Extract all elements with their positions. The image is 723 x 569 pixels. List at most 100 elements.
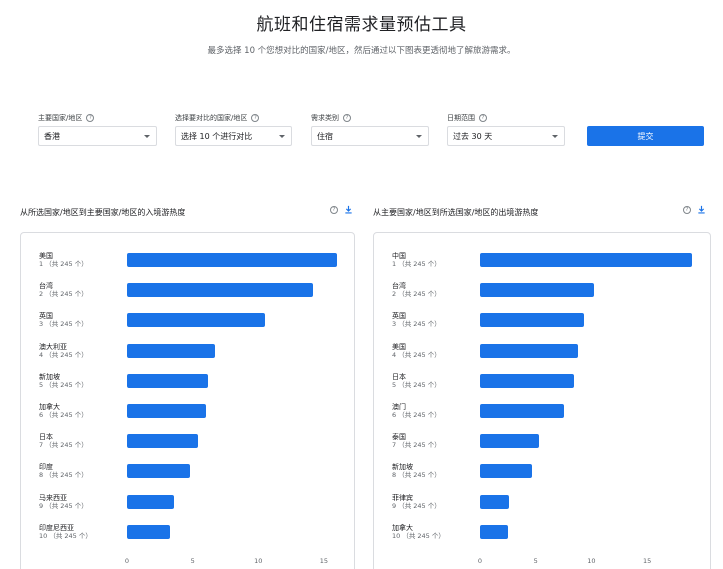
category-label: 台湾 2 （共 245 个） [39, 282, 129, 298]
category-rank: 3 （共 245 个） [392, 320, 441, 329]
bar[interactable] [480, 524, 508, 539]
primary-country-select[interactable]: 香港 [38, 126, 157, 146]
category-rank: 4 （共 245 个） [392, 350, 441, 359]
bar[interactable] [480, 253, 692, 267]
category-rank: 8 （共 245 个） [39, 471, 88, 480]
category-rank: 2 （共 245 个） [392, 290, 441, 299]
category-label: 日本 5 （共 245 个） [392, 373, 482, 389]
category-rank: 7 （共 245 个） [392, 441, 441, 450]
date-range-field: 日期范围 ? 过去 30 天 [447, 113, 565, 146]
x-tick-label: 10 [254, 557, 263, 565]
submit-button[interactable]: 提交 [587, 126, 704, 146]
bar[interactable] [127, 494, 175, 509]
category-name: 澳门 [392, 403, 406, 411]
demand-type-label: 需求类别 [311, 114, 339, 122]
category-name: 印度尼西亚 [39, 523, 74, 532]
category-label: 美国 4 （共 245 个） [392, 343, 482, 359]
category-rank: 1 （共 245 个） [39, 260, 88, 268]
category-name: 加拿大 [39, 403, 60, 411]
category-name: 日本 [392, 372, 406, 381]
bar[interactable] [127, 464, 191, 479]
chevron-down-icon [552, 134, 558, 138]
category-label: 泰国 7 （共 245 个） [392, 433, 482, 449]
bar[interactable] [480, 373, 574, 388]
x-tick-label: 15 [319, 557, 329, 565]
category-rank: 7 （共 245 个） [39, 441, 88, 450]
bar[interactable] [127, 434, 198, 449]
category-rank: 9 （共 245 个） [39, 501, 88, 510]
x-tick-label: 5 [190, 557, 195, 565]
date-range-label: 日期范围 [447, 114, 475, 122]
bar[interactable] [480, 283, 594, 298]
compare-countries-select[interactable]: 选择 10 个进行对比 [175, 126, 292, 146]
bar[interactable] [480, 404, 564, 418]
category-rank: 5 （共 245 个） [39, 380, 88, 389]
category-name: 美国 [392, 342, 406, 351]
x-tick-label: 0 [477, 557, 483, 565]
demand-type-value: 住宿 [317, 131, 333, 141]
bar[interactable] [480, 313, 584, 328]
demand-type-select[interactable]: 住宿 [311, 126, 429, 146]
category-label: 加拿大 10 （共 245 个） [392, 524, 482, 540]
category-name: 新加坡 [39, 372, 60, 381]
help-icon[interactable]: ? [86, 114, 95, 122]
outbound-chart: 中国 1 （共 245 个） 台湾 2 （共 245 个） 英国 3 （共 245 个） 美… [373, 232, 711, 569]
category-name: 日本 [39, 433, 53, 442]
category-label: 新加坡 5 （共 245 个） [39, 373, 129, 389]
category-name: 加拿大 [392, 523, 413, 532]
category-label: 马来西亚 9 （共 245 个） [39, 494, 129, 510]
help-icon[interactable]: ? [479, 114, 487, 122]
bar[interactable] [127, 404, 206, 418]
category-name: 马来西亚 [39, 493, 67, 502]
bar[interactable] [480, 464, 533, 479]
category-rank: 10 （共 245 个） [39, 531, 92, 540]
category-name: 澳大利亚 [39, 342, 67, 351]
bar[interactable] [127, 373, 209, 388]
category-label: 印度 8 （共 245 个） [39, 463, 129, 479]
date-range-value: 过去 30 天 [453, 131, 493, 141]
category-name: 泰国 [392, 433, 406, 442]
inbound-chart: 美国 1 （共 245 个） 台湾 2 （共 245 个） 英国 3 （共 245 个） 澳… [20, 232, 355, 569]
category-rank: 2 （共 245 个） [39, 290, 88, 299]
page-subtitle: 最多选择 10 个您想对比的国家/地区，然后通过以下图表更透彻地了解旅游需求。 [207, 46, 516, 56]
bar[interactable] [127, 313, 265, 328]
category-name: 美国 [39, 252, 53, 260]
category-rank: 4 （共 245 个） [39, 350, 88, 359]
help-icon[interactable]: ? [683, 205, 691, 214]
x-tick-label: 10 [587, 557, 596, 565]
x-tick-label: 0 [124, 557, 130, 565]
bar[interactable] [127, 343, 215, 358]
category-rank: 3 （共 245 个） [39, 320, 88, 329]
bar[interactable] [480, 343, 579, 358]
help-icon[interactable]: ? [330, 205, 338, 214]
category-label: 加拿大 6 （共 245 个） [39, 403, 129, 419]
category-name: 菲律宾 [392, 493, 413, 502]
compare-countries-label: 选择要对比的国家/地区 [175, 114, 248, 122]
date-range-select[interactable]: 过去 30 天 [447, 126, 565, 146]
category-label: 澳大利亚 4 （共 245 个） [39, 343, 129, 359]
bar[interactable] [127, 283, 314, 298]
category-name: 台湾 [39, 282, 53, 291]
x-tick-label: 5 [533, 557, 538, 565]
category-rank: 10 （共 245 个） [392, 531, 445, 540]
help-icon[interactable]: ? [251, 114, 260, 122]
category-label: 英国 3 （共 245 个） [39, 312, 129, 328]
category-name: 台湾 [392, 282, 406, 291]
category-label: 印度尼西亚 10 （共 245 个） [39, 524, 129, 540]
chevron-down-icon [416, 134, 422, 138]
outbound-chart-title: 从主要国家/地区到所选国家/地区的出境游热度 [373, 208, 539, 217]
inbound-chart-title: 从所选国家/地区到主要国家/地区的入境游热度 [20, 208, 186, 217]
compare-countries-value: 选择 10 个进行对比 [181, 131, 253, 141]
download-icon[interactable] [344, 205, 353, 214]
bar[interactable] [480, 494, 509, 509]
bar[interactable] [480, 434, 540, 449]
primary-country-label: 主要国家/地区 [38, 114, 83, 122]
category-label: 美国 1 （共 245 个） [39, 252, 129, 268]
category-label: 中国 1 （共 245 个） [392, 252, 482, 268]
bar[interactable] [127, 253, 338, 267]
bar[interactable] [127, 524, 171, 539]
download-icon[interactable] [697, 205, 706, 214]
primary-country-field: 主要国家/地区 ? 香港 [38, 113, 157, 146]
help-icon[interactable]: ? [343, 114, 351, 122]
category-rank: 5 （共 245 个） [392, 380, 441, 389]
